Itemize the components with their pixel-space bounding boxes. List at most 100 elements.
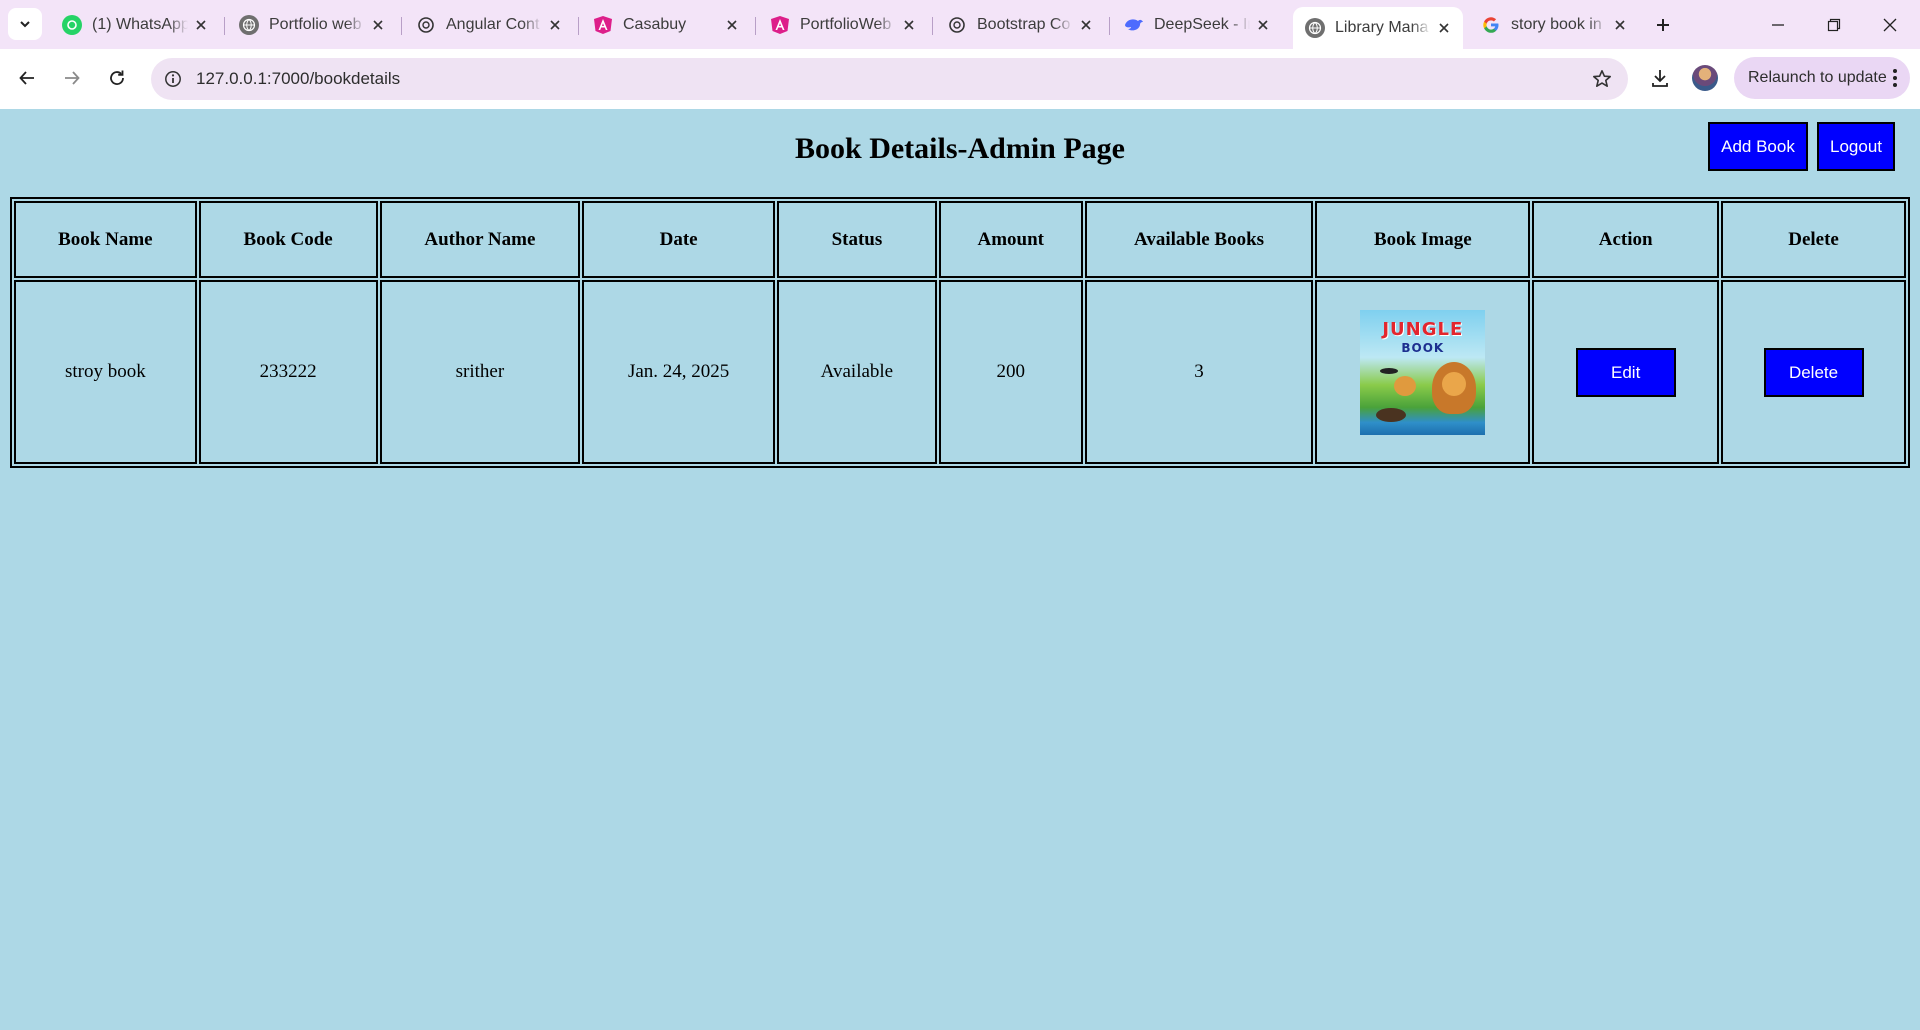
tab-separator [224, 17, 225, 35]
download-icon [1652, 70, 1668, 87]
tab-portfolio-web[interactable]: Portfolio web [227, 7, 397, 43]
status-cell: Available [776, 280, 937, 464]
tab-strip: (1) WhatsApp Portfolio web Angular Cont [0, 0, 1920, 49]
browser-toolbar: 127.0.0.1:7000/bookdetails Relaunch to u… [0, 49, 1920, 109]
tab-casabuy[interactable]: Casabuy [581, 7, 751, 43]
tab-label: Angular Cont [446, 16, 540, 33]
column-header: Date [582, 201, 775, 278]
forward-button[interactable] [54, 60, 90, 96]
tab-bootstrap-co[interactable]: Bootstrap Co [935, 7, 1105, 43]
book-cover-image: JUNGLE BOOK [1360, 309, 1486, 435]
minimize-button[interactable] [1750, 0, 1806, 49]
close-icon[interactable] [1431, 15, 1457, 41]
tab-separator [755, 17, 756, 35]
tab-search-button[interactable] [8, 8, 42, 40]
add-book-button[interactable]: Add Book [1708, 122, 1808, 171]
cover-rock [1376, 407, 1407, 422]
column-header: Action [1532, 201, 1720, 278]
date-cell: Jan. 24, 2025 [582, 280, 775, 464]
tab-label: (1) WhatsApp [92, 16, 188, 33]
book-name-cell: stroy book [14, 280, 197, 464]
minimize-icon [1772, 23, 1784, 26]
profile-avatar[interactable] [1692, 65, 1718, 91]
downloads-button[interactable] [1642, 60, 1678, 96]
edit-button[interactable]: Edit [1575, 347, 1676, 397]
address-bar[interactable]: 127.0.0.1:7000/bookdetails [151, 58, 1628, 100]
table-header-row: Book Name Book Code Author Name Date Sta… [14, 201, 1906, 278]
arrow-left-icon [19, 71, 34, 85]
tab-whatsapp[interactable]: (1) WhatsApp [50, 7, 220, 43]
close-icon[interactable] [365, 12, 391, 38]
reload-icon [110, 70, 124, 85]
openai-icon [416, 15, 436, 35]
back-button[interactable] [9, 60, 45, 96]
action-cell: Edit [1532, 280, 1720, 464]
amount-cell: 200 [938, 280, 1083, 464]
angular-icon [770, 15, 790, 35]
page-title: Book Details-Admin Page [795, 132, 1125, 165]
tab-library-management[interactable]: Library Mana [1293, 7, 1463, 49]
tab-separator [578, 17, 579, 35]
close-icon[interactable] [1073, 12, 1099, 38]
column-header: Status [776, 201, 937, 278]
tab-label: DeepSeek - In [1154, 16, 1250, 33]
tab-separator [1109, 17, 1110, 35]
google-icon [1481, 15, 1501, 35]
delete-button[interactable]: Delete [1763, 347, 1864, 397]
tab-angular-cont[interactable]: Angular Cont [404, 7, 574, 43]
info-icon[interactable] [161, 67, 185, 91]
column-header: Book Name [14, 201, 197, 278]
book-code-cell: 233222 [198, 280, 378, 464]
tab-separator [401, 17, 402, 35]
column-header: Book Image [1315, 201, 1531, 278]
book-details-table: Book Name Book Code Author Name Date Sta… [10, 197, 1910, 468]
column-header: Book Code [198, 201, 378, 278]
close-icon[interactable] [1250, 12, 1276, 38]
whatsapp-icon [62, 15, 82, 35]
tab-story-book[interactable]: story book in [1469, 7, 1639, 43]
globe-icon [1305, 18, 1325, 38]
angular-icon [593, 15, 613, 35]
close-icon[interactable] [542, 12, 568, 38]
cover-subtitle: BOOK [1401, 340, 1445, 355]
restore-icon [1827, 18, 1841, 31]
column-header: Amount [938, 201, 1083, 278]
book-image-cell: JUNGLE BOOK [1315, 280, 1531, 464]
arrow-right-icon [65, 71, 80, 85]
openai-icon [947, 15, 967, 35]
tab-label: Library Mana [1335, 19, 1429, 36]
cover-title: JUNGLE [1382, 318, 1464, 340]
new-tab-button[interactable] [1648, 12, 1678, 38]
page-content: Book Details-Admin Page Add Book Logout … [0, 109, 1920, 1030]
star-icon[interactable] [1590, 67, 1614, 91]
more-menu-icon [1892, 68, 1898, 93]
logout-button[interactable]: Logout [1817, 122, 1895, 171]
url-text: 127.0.0.1:7000/bookdetails [196, 69, 401, 88]
table-row: stroy book 233222 srither Jan. 24, 2025 … [14, 280, 1906, 464]
tab-label: PortfolioWeb [800, 16, 892, 33]
restore-button[interactable] [1806, 0, 1862, 49]
close-icon[interactable] [896, 12, 922, 38]
tab-label: story book in [1511, 16, 1602, 33]
deepseek-icon [1124, 15, 1144, 35]
relaunch-label: Relaunch to update [1748, 69, 1887, 86]
column-header: Delete [1721, 201, 1906, 278]
close-window-button[interactable] [1862, 0, 1918, 49]
tab-label: Bootstrap Co [977, 16, 1071, 33]
close-icon [1883, 18, 1897, 31]
tab-portfolioweb[interactable]: PortfolioWeb [758, 7, 928, 43]
close-icon[interactable] [1607, 12, 1633, 38]
cover-bird [1380, 367, 1399, 374]
column-header: Available Books [1084, 201, 1314, 278]
relaunch-button[interactable]: Relaunch to update [1734, 57, 1910, 99]
tab-deepseek[interactable]: DeepSeek - In [1112, 7, 1282, 43]
tab-label: Casabuy [623, 16, 687, 33]
reload-button[interactable] [99, 60, 135, 96]
cover-lion [1432, 361, 1477, 414]
delete-cell: Delete [1721, 280, 1906, 464]
close-icon[interactable] [719, 12, 745, 38]
available-books-cell: 3 [1084, 280, 1314, 464]
close-icon[interactable] [188, 12, 214, 38]
globe-icon [239, 15, 259, 35]
cover-cub [1394, 375, 1417, 396]
